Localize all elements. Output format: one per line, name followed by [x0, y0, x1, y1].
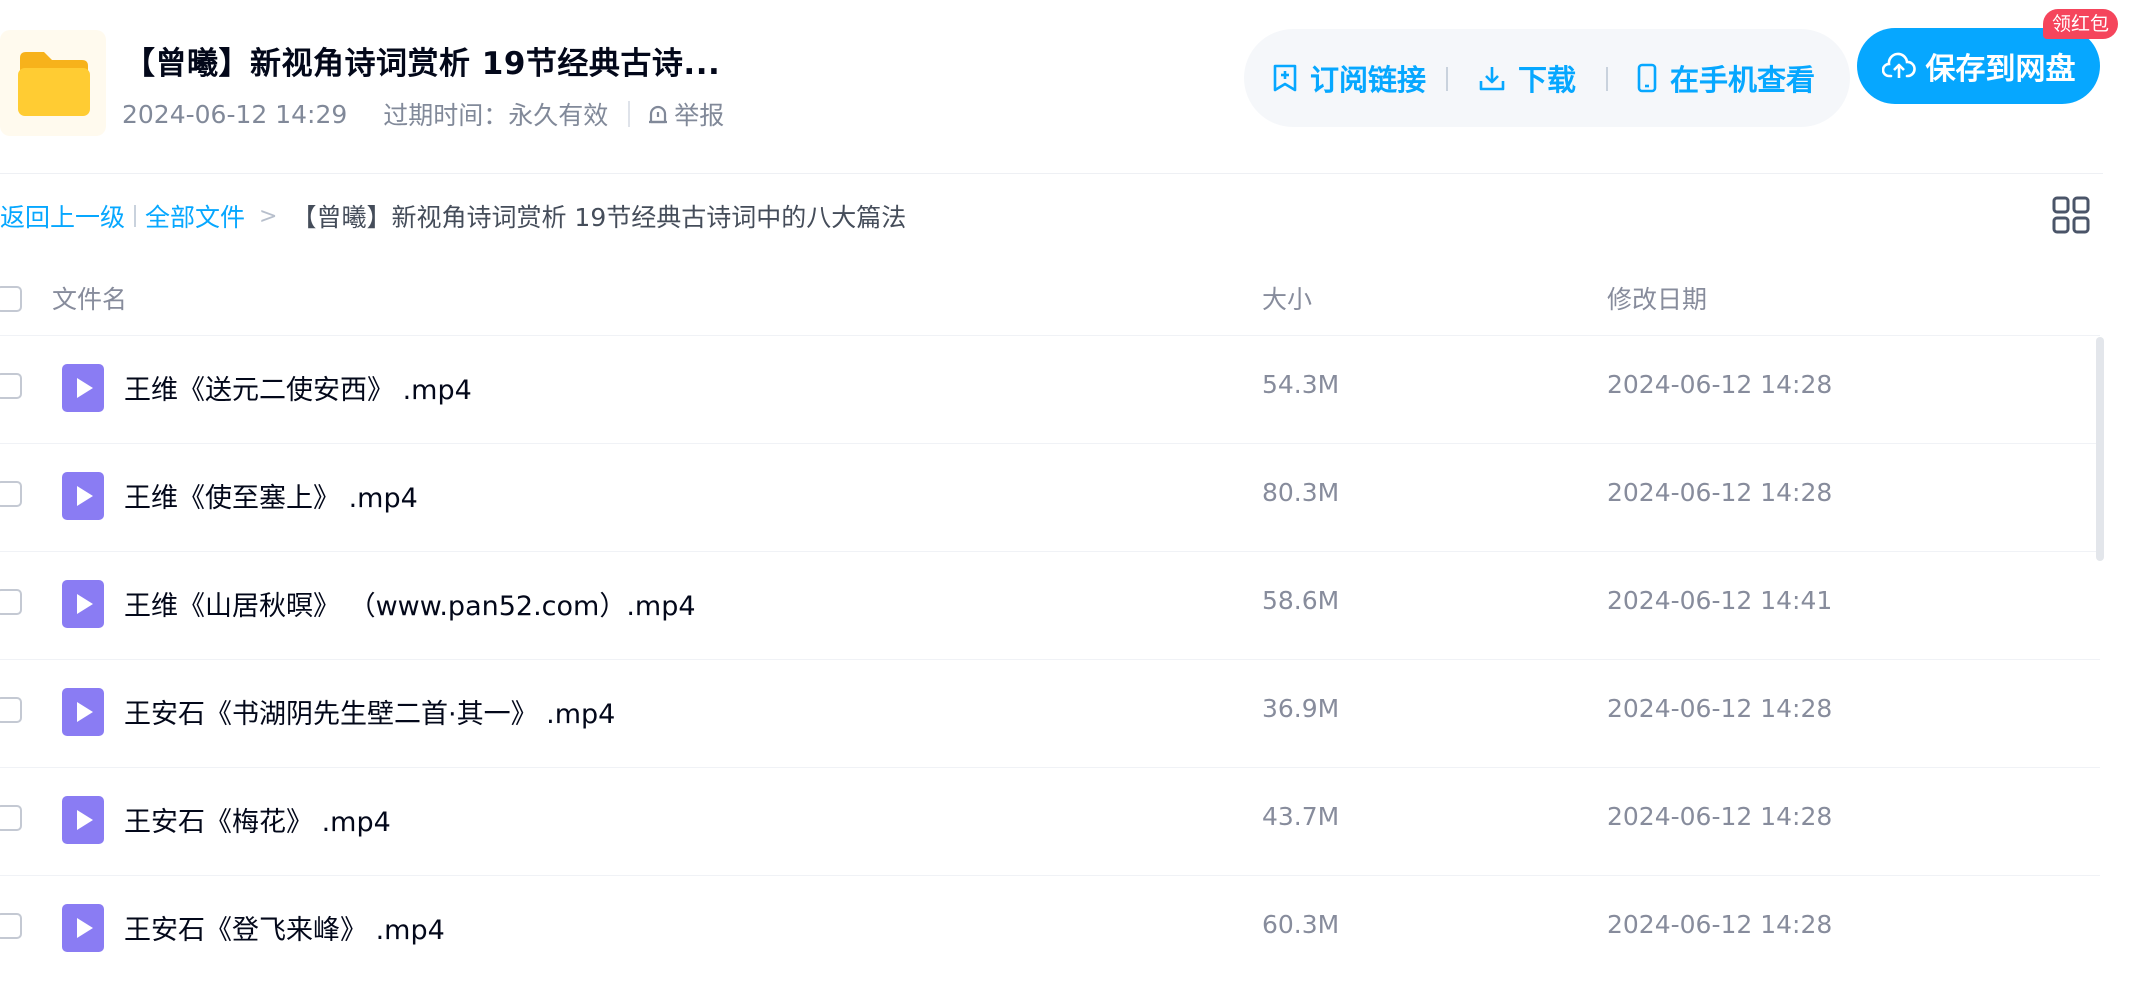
share-title: 【曾曦】新视角诗词赏析 19节经典古诗...	[124, 46, 721, 82]
row-checkbox[interactable]	[0, 373, 22, 399]
report-icon	[649, 105, 668, 124]
file-name[interactable]: 王维《使至塞上》 .mp4	[124, 476, 418, 515]
expire-info: 过期时间：永久有效	[383, 101, 609, 130]
file-modified-date: 2024-06-12 14:28	[1607, 478, 1833, 507]
row-checkbox[interactable]	[0, 481, 22, 507]
current-folder: 【曾曦】新视角诗词赏析 19节经典古诗词中的八大篇法	[291, 203, 907, 232]
table-row[interactable]: 王维《送元二使安西》 .mp4 54.3M 2024-06-12 14:28	[0, 335, 2100, 443]
select-all-checkbox[interactable]	[0, 286, 22, 312]
action-divider	[1606, 67, 1608, 91]
phone-icon	[1637, 63, 1657, 93]
table-row[interactable]: 王维《山居秋暝》 （www.pan52.com）.mp4 58.6M 2024-…	[0, 551, 2100, 659]
file-modified-date: 2024-06-12 14:28	[1607, 910, 1833, 939]
download-label: 下载	[1518, 63, 1577, 97]
file-modified-date: 2024-06-12 14:28	[1607, 370, 1833, 399]
breadcrumb-separator: >	[259, 203, 278, 229]
file-name[interactable]: 王维《送元二使安西》 .mp4	[124, 368, 472, 407]
row-checkbox[interactable]	[0, 589, 22, 615]
share-folder-thumbnail	[0, 30, 106, 136]
subscribe-button[interactable]: 订阅链接	[1272, 29, 1426, 127]
grid-view-icon[interactable]	[2052, 196, 2090, 234]
video-file-icon	[62, 904, 104, 952]
file-name[interactable]: 王安石《登飞来峰》 .mp4	[124, 908, 445, 947]
view-on-mobile-button[interactable]: 在手机查看	[1636, 29, 1815, 127]
save-to-netdisk-label: 保存到网盘	[1925, 52, 2076, 87]
cloud-upload-icon	[1881, 52, 1916, 78]
file-size: 54.3M	[1262, 370, 1340, 399]
video-file-icon	[62, 688, 104, 736]
back-link[interactable]: 返回上一级	[0, 198, 125, 234]
table-row[interactable]: 王安石《书湖阴先生壁二首·其一》 .mp4 36.9M 2024-06-12 1…	[0, 659, 2100, 767]
action-divider	[1446, 67, 1448, 91]
video-file-icon	[62, 364, 104, 412]
file-name[interactable]: 王维《山居秋暝》 （www.pan52.com）.mp4	[124, 584, 696, 623]
share-time: 2024-06-12 14:29	[122, 99, 348, 129]
header-divider	[0, 173, 2103, 174]
row-checkbox[interactable]	[0, 805, 22, 831]
file-name[interactable]: 王安石《梅花》 .mp4	[124, 800, 391, 839]
file-size: 36.9M	[1262, 694, 1340, 723]
breadcrumb-divider	[134, 205, 137, 227]
file-name[interactable]: 王安石《书湖阴先生壁二首·其一》 .mp4	[124, 692, 615, 731]
video-file-icon	[62, 796, 104, 844]
video-file-icon	[62, 472, 104, 520]
folder-icon	[18, 52, 90, 116]
file-modified-date: 2024-06-12 14:28	[1607, 802, 1833, 831]
video-file-icon	[62, 580, 104, 628]
file-modified-date: 2024-06-12 14:41	[1607, 586, 1833, 615]
share-actions: 订阅链接 下载 在手机查看	[1244, 29, 1850, 127]
file-size: 60.3M	[1262, 910, 1340, 939]
row-checkbox[interactable]	[0, 697, 22, 723]
file-modified-date: 2024-06-12 14:28	[1607, 694, 1833, 723]
column-header-size[interactable]: 大小	[1262, 280, 1312, 316]
file-size: 80.3M	[1262, 478, 1340, 507]
table-row[interactable]: 王维《使至塞上》 .mp4 80.3M 2024-06-12 14:28	[0, 443, 2100, 551]
subscribe-icon	[1273, 64, 1297, 92]
view-on-mobile-label: 在手机查看	[1670, 63, 1816, 97]
subscribe-label: 订阅链接	[1310, 63, 1427, 97]
file-table-header: 文件名 大小 修改日期	[0, 276, 2100, 336]
report-label: 举报	[674, 101, 725, 130]
file-size: 58.6M	[1262, 586, 1340, 615]
file-list: 王维《送元二使安西》 .mp4 54.3M 2024-06-12 14:28 王…	[0, 335, 2100, 983]
all-files-link[interactable]: 全部文件	[145, 198, 245, 234]
save-to-netdisk-button[interactable]: 保存到网盘	[1857, 28, 2100, 104]
red-packet-badge[interactable]: 领红包	[2043, 9, 2119, 39]
download-icon	[1479, 67, 1505, 91]
table-row[interactable]: 王安石《登飞来峰》 .mp4 60.3M 2024-06-12 14:28	[0, 875, 2100, 983]
file-size: 43.7M	[1262, 802, 1340, 831]
row-checkbox[interactable]	[0, 913, 22, 939]
share-meta: 2024-06-12 14:29 过期时间：永久有效 举报	[122, 96, 724, 132]
breadcrumb: 返回上一级 全部文件 > 【曾曦】新视角诗词赏析 19节经典古诗词中的八大篇法	[0, 196, 906, 236]
report-link[interactable]: 举报	[646, 96, 724, 132]
column-header-date[interactable]: 修改日期	[1607, 280, 1707, 316]
table-row[interactable]: 王安石《梅花》 .mp4 43.7M 2024-06-12 14:28	[0, 767, 2100, 875]
download-button[interactable]: 下载	[1478, 29, 1576, 127]
column-header-name[interactable]: 文件名	[52, 280, 127, 316]
list-scrollbar[interactable]	[2096, 337, 2104, 561]
meta-divider	[628, 101, 631, 127]
